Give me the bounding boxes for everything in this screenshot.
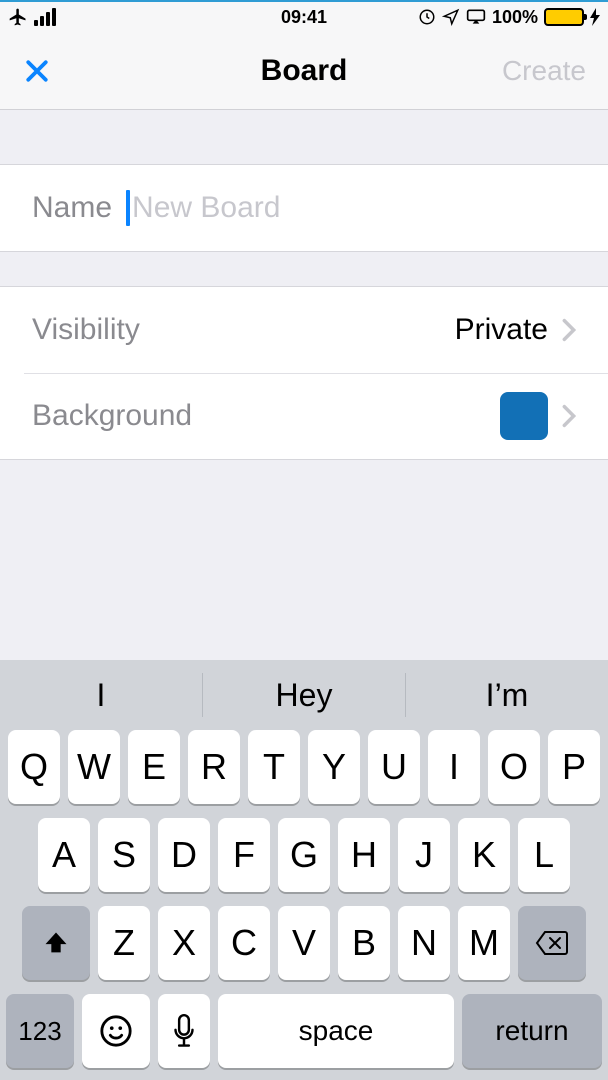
key-m[interactable]: M bbox=[458, 906, 510, 980]
visibility-row[interactable]: Visibility Private bbox=[0, 287, 608, 373]
key-w[interactable]: W bbox=[68, 730, 120, 804]
background-swatch bbox=[500, 392, 548, 440]
key-d[interactable]: D bbox=[158, 818, 210, 892]
name-row[interactable]: Name New Board bbox=[0, 165, 608, 251]
key-p[interactable]: P bbox=[548, 730, 600, 804]
key-n[interactable]: N bbox=[398, 906, 450, 980]
shift-key[interactable] bbox=[22, 906, 90, 980]
name-placeholder: New Board bbox=[132, 191, 280, 225]
emoji-key[interactable] bbox=[82, 994, 150, 1068]
close-icon bbox=[22, 56, 52, 86]
prediction-1[interactable]: I bbox=[0, 677, 202, 714]
chevron-right-icon bbox=[562, 404, 576, 428]
name-label: Name bbox=[32, 191, 112, 225]
airplay-icon bbox=[466, 8, 486, 26]
shift-icon bbox=[42, 929, 70, 957]
numbers-key[interactable]: 123 bbox=[6, 994, 74, 1068]
key-o[interactable]: O bbox=[488, 730, 540, 804]
key-v[interactable]: V bbox=[278, 906, 330, 980]
close-button[interactable] bbox=[22, 56, 52, 86]
key-f[interactable]: F bbox=[218, 818, 270, 892]
keyboard: I Hey I’m QWERTYUIOP ASDFGHJKL ZXCVBNM 1… bbox=[0, 660, 608, 1080]
backspace-icon bbox=[535, 930, 569, 956]
create-button[interactable]: Create bbox=[502, 55, 586, 87]
orientation-lock-icon bbox=[418, 8, 436, 26]
airplane-icon bbox=[8, 7, 28, 27]
prediction-bar: I Hey I’m bbox=[0, 660, 608, 730]
status-left bbox=[8, 7, 56, 27]
key-r[interactable]: R bbox=[188, 730, 240, 804]
keyboard-row-2: ASDFGHJKL bbox=[0, 818, 608, 892]
status-right: 100% bbox=[418, 7, 600, 28]
signal-icon bbox=[34, 8, 56, 26]
name-section: Name New Board bbox=[0, 164, 608, 252]
text-cursor bbox=[126, 190, 130, 226]
key-c[interactable]: C bbox=[218, 906, 270, 980]
key-h[interactable]: H bbox=[338, 818, 390, 892]
keyboard-row-1: QWERTYUIOP bbox=[0, 730, 608, 804]
location-icon bbox=[442, 8, 460, 26]
space-key[interactable]: space bbox=[218, 994, 454, 1068]
chevron-right-icon bbox=[562, 318, 576, 342]
key-e[interactable]: E bbox=[128, 730, 180, 804]
key-z[interactable]: Z bbox=[98, 906, 150, 980]
background-label: Background bbox=[32, 399, 192, 433]
background-row[interactable]: Background bbox=[0, 373, 608, 459]
key-k[interactable]: K bbox=[458, 818, 510, 892]
visibility-value: Private bbox=[455, 313, 548, 347]
emoji-icon bbox=[99, 1014, 133, 1048]
key-b[interactable]: B bbox=[338, 906, 390, 980]
key-i[interactable]: I bbox=[428, 730, 480, 804]
key-t[interactable]: T bbox=[248, 730, 300, 804]
key-a[interactable]: A bbox=[38, 818, 90, 892]
nav-title: Board bbox=[261, 54, 348, 88]
key-y[interactable]: Y bbox=[308, 730, 360, 804]
battery-icon bbox=[544, 8, 584, 26]
backspace-key[interactable] bbox=[518, 906, 586, 980]
battery-pct: 100% bbox=[492, 7, 538, 28]
name-input[interactable]: New Board bbox=[126, 190, 576, 226]
settings-section: Visibility Private Background bbox=[0, 286, 608, 460]
status-time: 09:41 bbox=[281, 7, 327, 28]
prediction-3[interactable]: I’m bbox=[406, 677, 608, 714]
nav-bar: Board Create bbox=[0, 32, 608, 110]
keyboard-row-3: ZXCVBNM bbox=[0, 906, 608, 980]
status-bar: 09:41 100% bbox=[0, 0, 608, 32]
return-key[interactable]: return bbox=[462, 994, 602, 1068]
key-q[interactable]: Q bbox=[8, 730, 60, 804]
prediction-2[interactable]: Hey bbox=[203, 677, 405, 714]
key-s[interactable]: S bbox=[98, 818, 150, 892]
key-j[interactable]: J bbox=[398, 818, 450, 892]
key-l[interactable]: L bbox=[518, 818, 570, 892]
dictation-key[interactable] bbox=[158, 994, 210, 1068]
key-x[interactable]: X bbox=[158, 906, 210, 980]
key-u[interactable]: U bbox=[368, 730, 420, 804]
visibility-label: Visibility bbox=[32, 313, 140, 347]
keyboard-row-4: 123 space return bbox=[0, 994, 608, 1068]
mic-icon bbox=[173, 1014, 195, 1048]
key-g[interactable]: G bbox=[278, 818, 330, 892]
bolt-icon bbox=[590, 8, 600, 26]
